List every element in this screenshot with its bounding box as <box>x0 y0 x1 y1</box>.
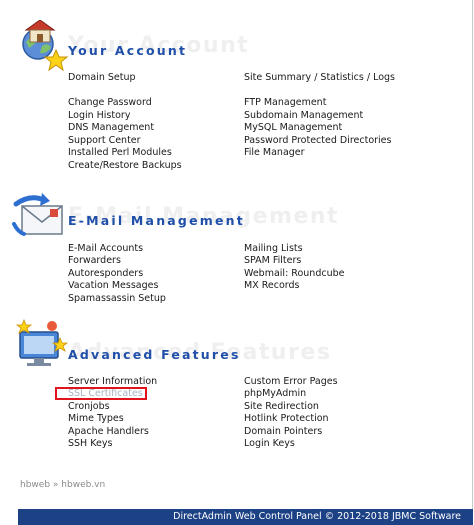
link-apache-handlers[interactable]: Apache Handlers <box>68 426 149 438</box>
link-hotlink-protection[interactable]: Hotlink Protection <box>244 413 329 425</box>
link-site-summary[interactable]: Site Summary / Statistics / Logs <box>244 72 395 84</box>
link-mailing-lists[interactable]: Mailing Lists <box>244 243 303 255</box>
link-webmail-roundcube[interactable]: Webmail: Roundcube <box>244 268 344 280</box>
link-mysql-management[interactable]: MySQL Management <box>244 122 342 134</box>
breadcrumb-domain[interactable]: hbweb.vn <box>61 480 105 490</box>
link-domain-setup[interactable]: Domain Setup <box>68 72 136 84</box>
footer-bar: DirectAdmin Web Control Panel © 2012-201… <box>18 509 473 525</box>
breadcrumb: hbweb » hbweb.vn <box>20 480 105 490</box>
link-change-password[interactable]: Change Password <box>68 97 152 109</box>
account-title: Your Account <box>68 43 188 58</box>
link-dns-management[interactable]: DNS Management <box>68 122 154 134</box>
link-phpmyadmin[interactable]: phpMyAdmin <box>244 388 306 400</box>
link-create-restore-backups[interactable]: Create/Restore Backups <box>68 160 182 172</box>
link-spamassassin-setup[interactable]: Spamassassin Setup <box>68 293 166 305</box>
link-login-keys[interactable]: Login Keys <box>244 438 295 450</box>
link-vacation-messages[interactable]: Vacation Messages <box>68 280 158 292</box>
link-cronjobs[interactable]: Cronjobs <box>68 401 110 413</box>
link-file-manager[interactable]: File Manager <box>244 147 305 159</box>
footer-copyright: DirectAdmin Web Control Panel © 2012-201… <box>173 511 461 522</box>
link-ssh-keys[interactable]: SSH Keys <box>68 438 112 450</box>
link-autoresponders[interactable]: Autoresponders <box>68 268 143 280</box>
link-custom-error-pages[interactable]: Custom Error Pages <box>244 376 338 388</box>
envelope-icon <box>12 193 63 236</box>
email-title: E-Mail Management <box>68 213 245 228</box>
house-icon <box>22 20 69 72</box>
link-subdomain-management[interactable]: Subdomain Management <box>244 110 363 122</box>
link-ftp-management[interactable]: FTP Management <box>244 97 326 109</box>
link-site-redirection[interactable]: Site Redirection <box>244 401 319 413</box>
link-email-accounts[interactable]: E-Mail Accounts <box>68 243 143 255</box>
link-login-history[interactable]: Login History <box>68 110 130 122</box>
ssl-certificates-highlight <box>55 387 147 400</box>
breadcrumb-user[interactable]: hbweb <box>20 480 50 490</box>
advanced-title: Advanced Features <box>68 347 241 362</box>
link-domain-pointers[interactable]: Domain Pointers <box>244 426 322 438</box>
link-mime-types[interactable]: Mime Types <box>68 413 124 425</box>
link-forwarders[interactable]: Forwarders <box>68 255 121 267</box>
link-password-protected-directories[interactable]: Password Protected Directories <box>244 135 391 147</box>
link-support-center[interactable]: Support Center <box>68 135 141 147</box>
breadcrumb-separator: » <box>52 480 59 490</box>
link-mx-records[interactable]: MX Records <box>244 280 300 292</box>
link-spam-filters[interactable]: SPAM Filters <box>244 255 301 267</box>
advanced-features-icon <box>15 318 69 366</box>
link-installed-perl-modules[interactable]: Installed Perl Modules <box>68 147 172 159</box>
